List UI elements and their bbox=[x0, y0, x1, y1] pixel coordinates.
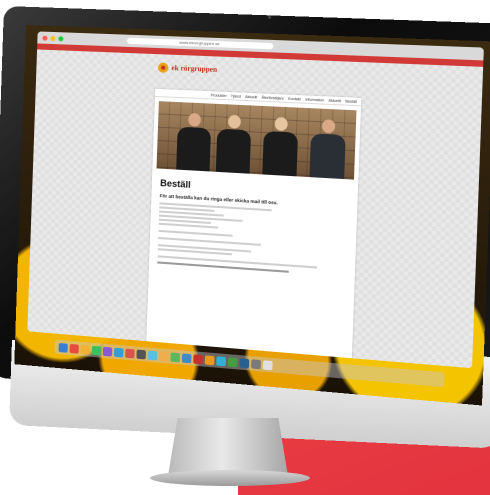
nav-item[interactable]: Produkter bbox=[211, 93, 227, 98]
app-icon[interactable] bbox=[216, 355, 227, 366]
nav-item[interactable]: Aktuellt bbox=[245, 94, 257, 99]
app-icon[interactable] bbox=[170, 351, 181, 362]
app-icon[interactable] bbox=[251, 358, 261, 369]
imac-monitor: www.ekrorgruppen.se ek rörgruppen Produk… bbox=[0, 0, 490, 495]
site-logo[interactable]: ek rörgruppen bbox=[157, 62, 218, 75]
app-icon[interactable] bbox=[147, 349, 158, 360]
app-icon[interactable] bbox=[227, 356, 238, 367]
camera-icon bbox=[268, 16, 271, 19]
team-photo bbox=[156, 101, 357, 180]
text-line bbox=[158, 229, 233, 237]
page-content: Produkter Tjänst Aktuellt Återförsäljare… bbox=[146, 88, 362, 361]
app-icon[interactable] bbox=[102, 346, 113, 357]
monitor-stand bbox=[168, 418, 288, 476]
nav-item[interactable]: Kontakt bbox=[288, 96, 301, 101]
app-icon[interactable] bbox=[159, 350, 169, 361]
team-member bbox=[308, 119, 347, 180]
app-icon[interactable] bbox=[239, 357, 250, 368]
team-member bbox=[261, 116, 299, 177]
flower-logo-icon bbox=[157, 62, 169, 73]
finder-icon[interactable] bbox=[58, 342, 68, 353]
nav-item[interactable]: Återförsäljare bbox=[262, 95, 284, 100]
browser-window: www.ekrorgruppen.se ek rörgruppen Produk… bbox=[27, 31, 484, 369]
app-icon[interactable] bbox=[125, 348, 135, 358]
nav-item[interactable]: Aktuellt bbox=[328, 98, 341, 103]
app-icon[interactable] bbox=[69, 343, 79, 354]
team-member bbox=[175, 112, 212, 172]
logo-text: ek rörgruppen bbox=[171, 63, 218, 74]
team-member bbox=[215, 114, 253, 174]
app-icon[interactable] bbox=[204, 354, 215, 365]
app-icon[interactable] bbox=[91, 345, 102, 356]
website-background: ek rörgruppen Produkter Tjänst Aktuellt … bbox=[27, 49, 484, 369]
minimize-window-icon[interactable] bbox=[50, 35, 56, 41]
app-icon[interactable] bbox=[113, 347, 124, 358]
maximize-window-icon[interactable] bbox=[58, 35, 64, 41]
nav-item[interactable]: Beställ bbox=[345, 99, 357, 104]
app-icon[interactable] bbox=[136, 349, 146, 359]
app-icon[interactable] bbox=[193, 353, 203, 364]
app-icon[interactable] bbox=[80, 344, 90, 355]
monitor-stand-base bbox=[150, 470, 310, 486]
nav-item[interactable]: Information bbox=[305, 97, 324, 102]
order-section: Beställ För att beställa kan du ringa el… bbox=[149, 172, 358, 282]
close-window-icon[interactable] bbox=[42, 35, 48, 41]
monitor-screen: www.ekrorgruppen.se ek rörgruppen Produk… bbox=[14, 25, 490, 406]
app-icon[interactable] bbox=[181, 352, 192, 363]
nav-item[interactable]: Tjänst bbox=[231, 94, 241, 99]
trash-icon[interactable] bbox=[262, 359, 273, 370]
